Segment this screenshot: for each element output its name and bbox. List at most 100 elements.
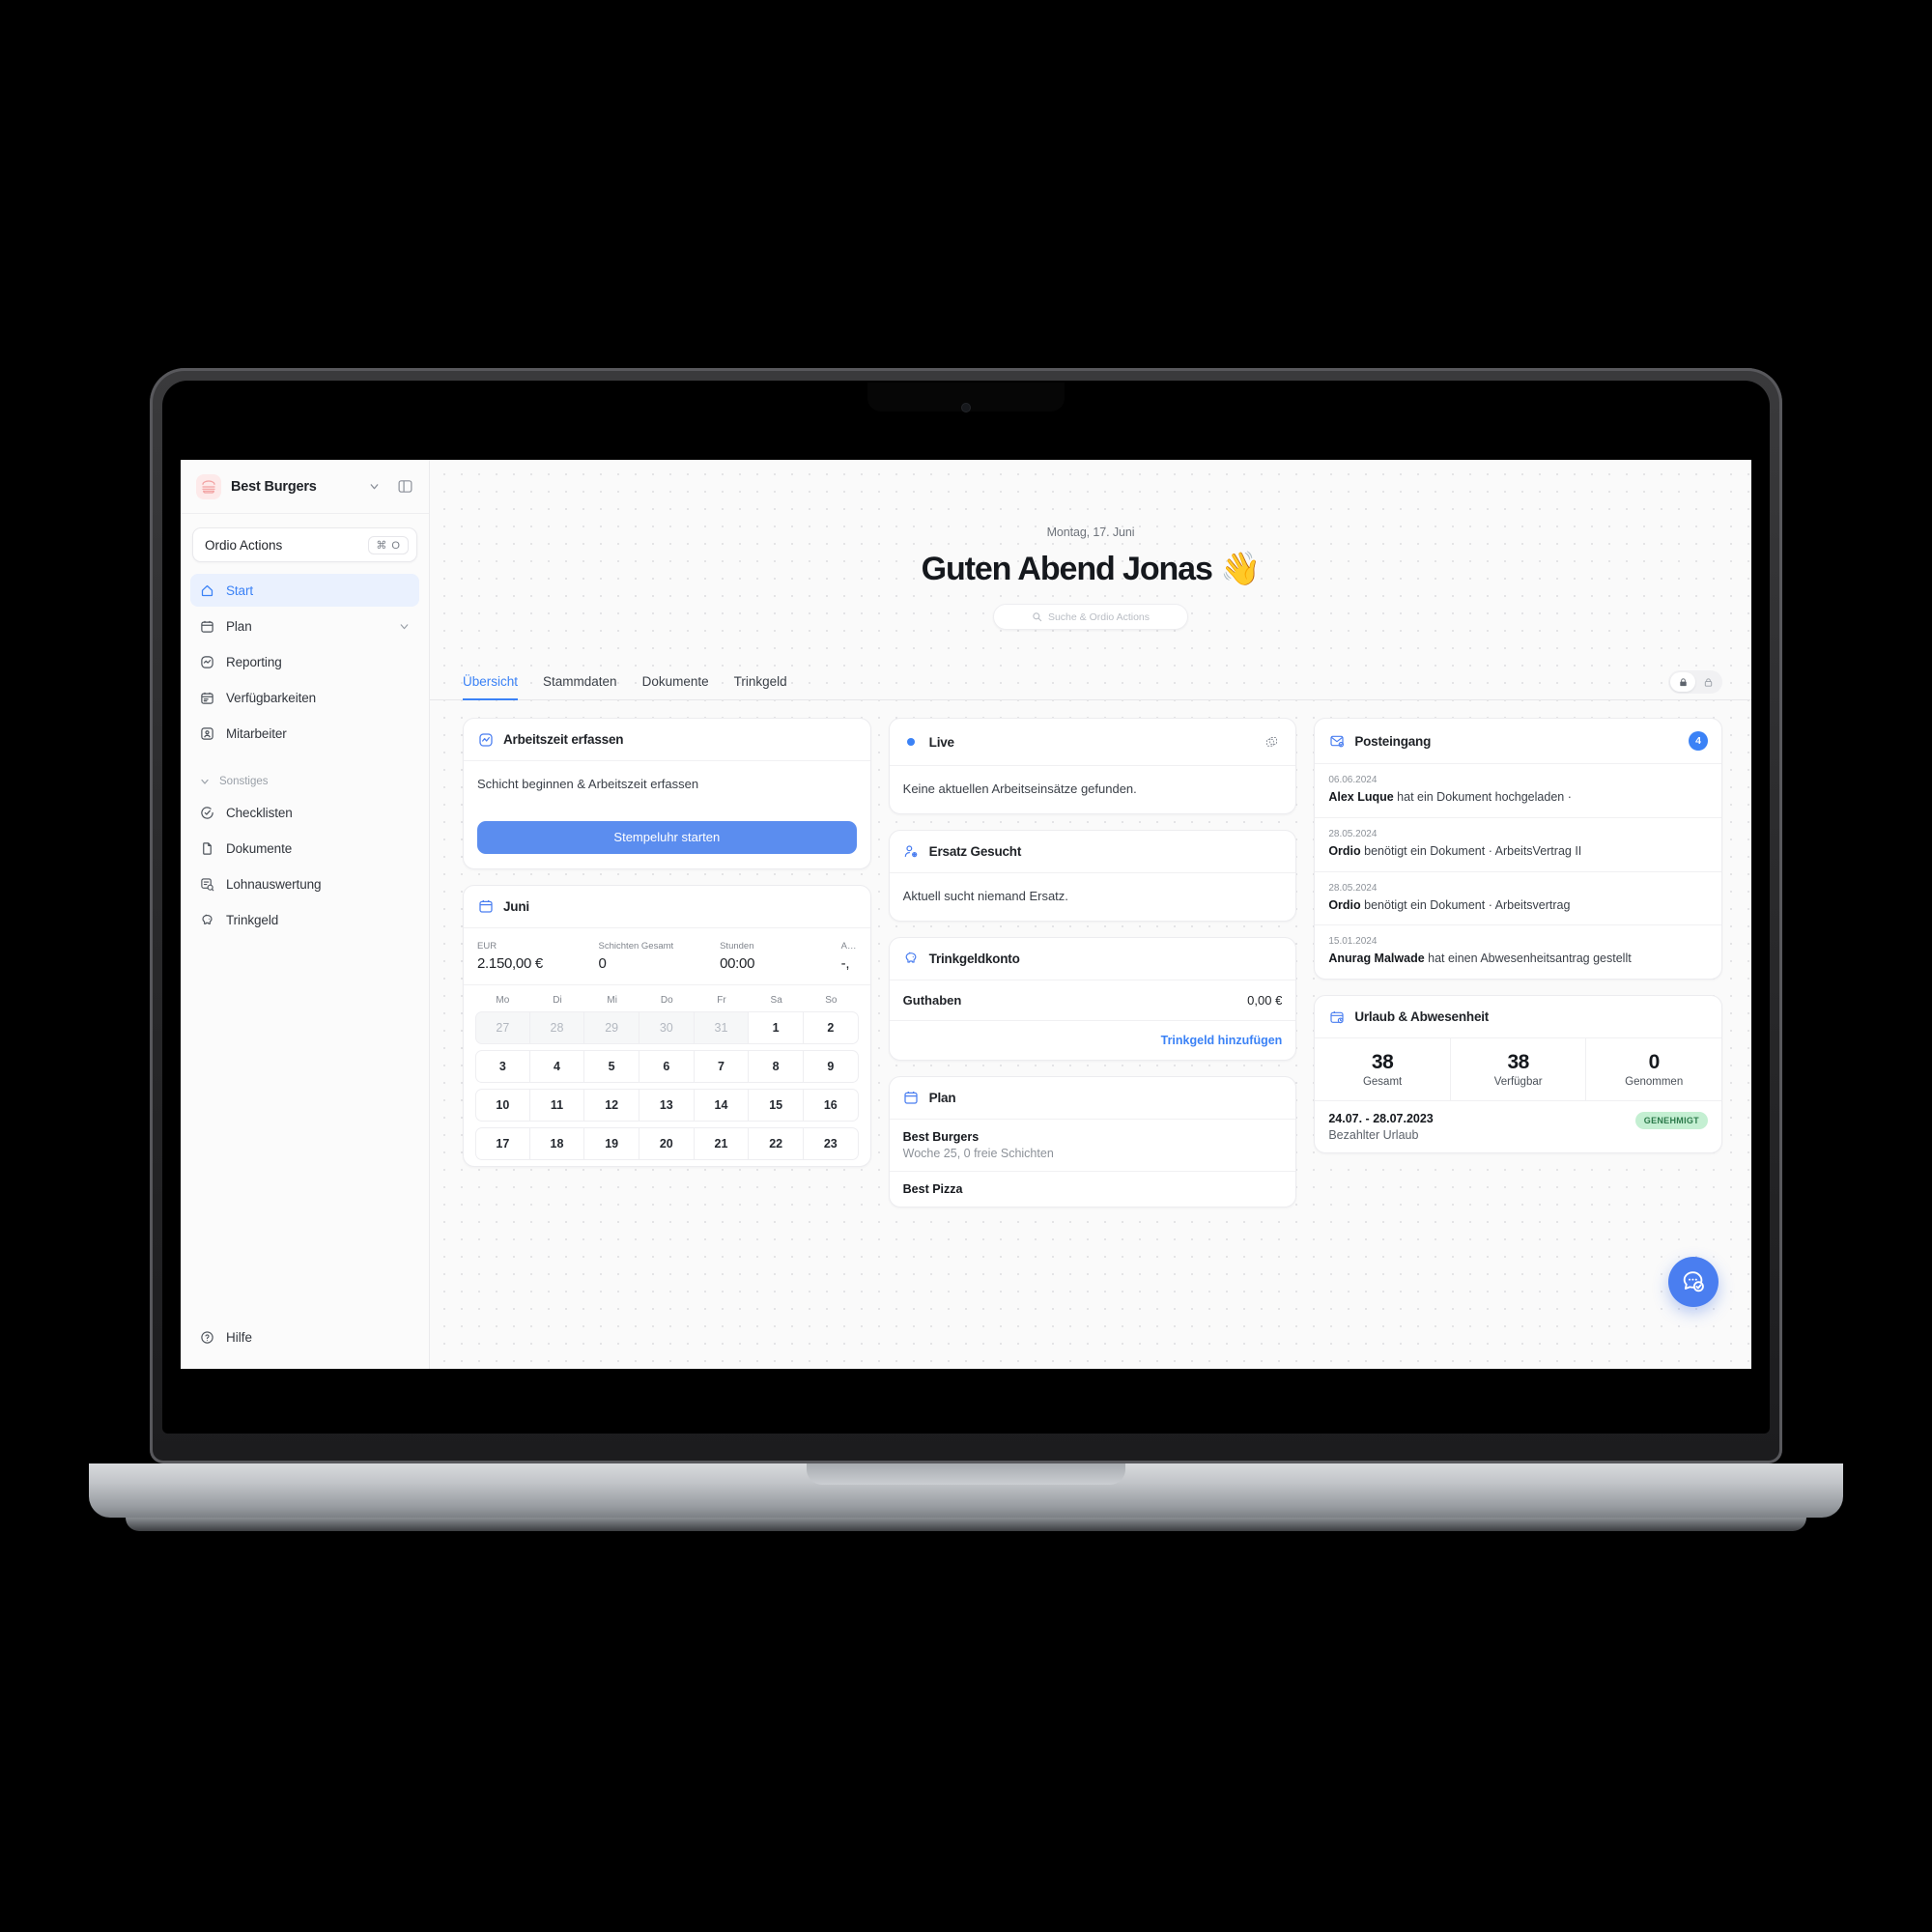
tab-trinkgeld[interactable]: Trinkgeld (734, 674, 787, 700)
org-switcher[interactable]: Best Burgers (181, 460, 429, 514)
calendar-day[interactable]: 16 (802, 1088, 859, 1122)
weekday-label: Sa (770, 994, 782, 1006)
hero: Montag, 17. Juni Guten Abend Jonas 👋 Suc… (430, 460, 1751, 630)
calendar-stat-truncated: A… -, (841, 941, 857, 972)
sidebar-item-reporting[interactable]: Reporting (190, 645, 419, 678)
sidebar-item-hilfe[interactable]: Hilfe (190, 1321, 419, 1353)
calendar-day[interactable]: 10 (475, 1088, 530, 1122)
calendar-day[interactable]: 27 (475, 1010, 530, 1044)
calendar-day[interactable]: 8 (748, 1049, 804, 1083)
card-header: Plan (889, 1077, 1296, 1120)
calendar-day[interactable]: 7 (693, 1049, 750, 1083)
calendar-day[interactable]: 2 (802, 1010, 859, 1044)
screenshot-stage: Best Burgers Ordio Actions ⌘ O Start Pla… (0, 0, 1932, 1932)
calendar-day[interactable]: 18 (528, 1126, 585, 1160)
calendar-day[interactable]: 11 (528, 1088, 585, 1122)
global-search-placeholder: Suche & Ordio Actions (1047, 611, 1151, 623)
calendar-day[interactable]: 6 (638, 1049, 695, 1083)
ordio-actions-search[interactable]: Ordio Actions ⌘ O (192, 527, 417, 562)
calendar-week: 17 18 19 20 21 22 23 (475, 1126, 859, 1160)
card-posteingang: Posteingang 4 06.06.2024 Alex Luque hat … (1314, 718, 1722, 980)
calendar-day[interactable]: 31 (693, 1010, 750, 1044)
stempeluhr-starten-button[interactable]: Stempeluhr starten (477, 820, 857, 854)
inbox-item-date: 28.05.2024 (1328, 828, 1378, 839)
inbox-list-item[interactable]: 28.05.2024 Ordio benötigt ein Dokument ·… (1315, 872, 1721, 926)
calendar-day[interactable]: 29 (583, 1010, 639, 1044)
global-search-input[interactable]: Suche & Ordio Actions (993, 604, 1188, 630)
inbox-list-item[interactable]: 15.01.2024 Anurag Malwade hat einen Abwe… (1315, 925, 1721, 979)
inbox-list-item[interactable]: 06.06.2024 Alex Luque hat ein Dokument h… (1315, 764, 1721, 818)
vacation-entry-info: 24.07. - 28.07.2023 Bezahlter Urlaub (1328, 1112, 1433, 1142)
sidebar-item-start[interactable]: Start (190, 574, 419, 607)
calendar-day[interactable]: 22 (748, 1126, 804, 1160)
weekday-label: Do (660, 994, 673, 1006)
inbox-item-body: benötigt ein Dokument · ArbeitsVertrag I… (1360, 843, 1582, 858)
tab-bar: Übersicht Stammdaten Dokumente Trinkgeld (430, 670, 1751, 700)
hero-date: Montag, 17. Juni (1046, 526, 1135, 539)
calendar-day[interactable]: 9 (802, 1049, 859, 1083)
calendar-day[interactable]: 14 (693, 1088, 750, 1122)
panel-toggle-icon[interactable] (394, 476, 415, 497)
calendar-day[interactable]: 30 (638, 1010, 695, 1044)
lock-filled-icon[interactable] (1670, 672, 1695, 692)
calendar-day[interactable]: 3 (475, 1049, 530, 1083)
calendar-day[interactable]: 19 (583, 1126, 639, 1160)
calendar-day[interactable]: 23 (802, 1126, 859, 1160)
burger-icon (196, 473, 221, 499)
stat-value: 38 (1371, 1051, 1394, 1073)
laptop-shadow (145, 1531, 1787, 1556)
plan-list-item[interactable]: Best Pizza (890, 1172, 1296, 1207)
stat-label: Verfügbar (1493, 1076, 1543, 1088)
inbox-item-text: Anurag Malwade hat einen Abwesenheitsant… (1328, 951, 1708, 968)
calendar-day[interactable]: 1 (748, 1010, 804, 1044)
expand-icon[interactable] (1261, 731, 1282, 753)
sidebar-item-plan[interactable]: Plan (190, 610, 419, 642)
calendar-day[interactable]: 12 (583, 1088, 639, 1122)
tab-uebersicht[interactable]: Übersicht (463, 674, 519, 700)
sidebar-item-checklisten[interactable]: Checklisten (190, 796, 419, 829)
tip-action-row: Trinkgeld hinzufügen (890, 1021, 1296, 1060)
trinkgeld-hinzufuegen-link[interactable]: Trinkgeld hinzufügen (1161, 1034, 1283, 1047)
card-body: Keine aktuellen Arbeitseinsätze gefunden… (890, 766, 1296, 813)
sidebar-item-label: Hilfe (226, 1329, 253, 1345)
calendar-month-title: Juni (503, 898, 529, 914)
inbox-list-item[interactable]: 28.05.2024 Ordio benötigt ein Dokument ·… (1315, 818, 1721, 872)
vacation-entry[interactable]: 24.07. - 28.07.2023 Bezahlter Urlaub GEN… (1315, 1101, 1721, 1152)
chevron-down-icon[interactable] (363, 476, 384, 497)
lock-outline-icon[interactable] (1695, 672, 1720, 692)
sidebar-item-verfuegbarkeiten[interactable]: Verfügbarkeiten (190, 681, 419, 714)
sidebar-item-lohnauswertung[interactable]: Lohnauswertung (190, 867, 419, 900)
calendar-day[interactable]: 13 (638, 1088, 695, 1122)
calendar-day[interactable]: 20 (638, 1126, 695, 1160)
sidebar-item-mitarbeiter[interactable]: Mitarbeiter (190, 717, 419, 750)
vacation-stat: 38 Verfügbar (1451, 1038, 1587, 1100)
calendar-day[interactable]: 5 (583, 1049, 639, 1083)
sidebar-group-sonstiges[interactable]: Sonstiges (190, 767, 419, 796)
stat-value: 00:00 (720, 954, 755, 972)
piggy-bank-icon (903, 951, 920, 967)
calendar-day[interactable]: 28 (528, 1010, 585, 1044)
plan-list-item[interactable]: Best Burgers Woche 25, 0 freie Schichten (889, 1120, 1296, 1172)
tab-stammdaten[interactable]: Stammdaten (543, 674, 617, 700)
chevron-down-icon[interactable] (398, 620, 411, 633)
sidebar-item-label: Start (226, 582, 254, 598)
sidebar-item-trinkgeld[interactable]: Trinkgeld (190, 903, 419, 936)
card-title: Trinkgeldkonto (928, 951, 1020, 966)
sidebar-group-label: Sonstiges (219, 776, 269, 787)
dashboard-grid: Arbeitszeit erfassen Schicht beginnen & … (430, 700, 1751, 1208)
card-title: Urlaub & Abwesenheit (1354, 1009, 1490, 1024)
search-icon (1032, 611, 1042, 622)
tabs: Übersicht Stammdaten Dokumente Trinkgeld (463, 674, 787, 700)
calendar-day[interactable]: 21 (693, 1126, 750, 1160)
tab-dokumente[interactable]: Dokumente (642, 674, 709, 700)
stat-label: Genommen (1625, 1076, 1684, 1088)
calendar-day[interactable]: 17 (475, 1126, 530, 1160)
screen: Best Burgers Ordio Actions ⌘ O Start Pla… (181, 460, 1751, 1369)
calendar-day[interactable]: 15 (748, 1088, 804, 1122)
calendar-week: 10 11 12 13 14 15 16 (475, 1088, 859, 1122)
vacation-entry-type: Bezahlter Urlaub (1328, 1128, 1419, 1142)
sidebar-item-label: Trinkgeld (226, 912, 279, 927)
sidebar-item-dokumente[interactable]: Dokumente (190, 832, 419, 865)
chat-support-button[interactable] (1668, 1257, 1719, 1307)
calendar-day[interactable]: 4 (528, 1049, 585, 1083)
